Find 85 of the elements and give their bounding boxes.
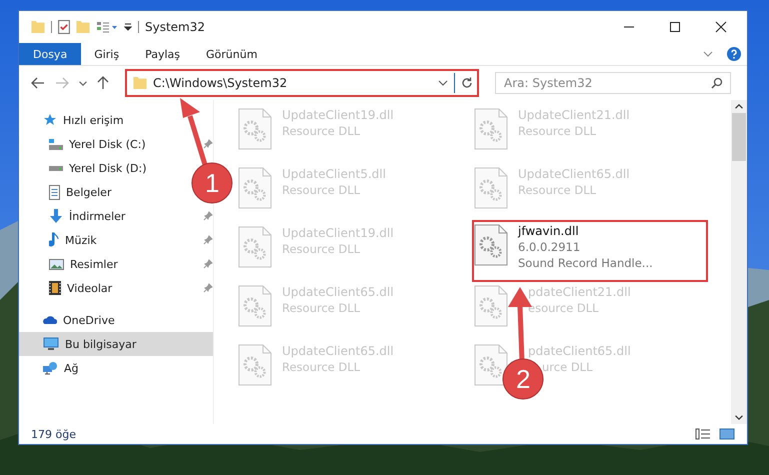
search-field[interactable]: Ara: System32 (495, 72, 731, 94)
scroll-thumb[interactable] (732, 113, 746, 161)
gear-file-icon (238, 167, 272, 209)
pin-icon[interactable] (203, 259, 213, 269)
step-marker (192, 162, 232, 204)
sidebar-item[interactable]: Ağ (19, 356, 213, 380)
sidebar-item[interactable]: Hızlı erişim (19, 108, 213, 132)
sidebar-item[interactable]: İndirmeler (69, 210, 126, 222)
file-detail: Resource DLL (282, 242, 360, 256)
gear-file-icon (474, 224, 508, 266)
window-title: System32 (145, 20, 206, 34)
down-arrow-icon (49, 209, 63, 223)
chevron-down-icon[interactable] (703, 51, 713, 57)
close-icon[interactable] (715, 21, 727, 33)
maximize-icon[interactable] (669, 21, 681, 33)
sidebar-item[interactable]: Resimler (70, 258, 118, 270)
sidebar-item[interactable]: Videolar (67, 282, 112, 294)
item-count: 179 öğe (31, 428, 76, 440)
chevron-down-icon[interactable] (438, 80, 448, 86)
gear-file-icon (238, 344, 272, 386)
gear-file-icon (238, 226, 272, 268)
file-detail: Resource DLL (518, 183, 596, 197)
sidebar-item[interactable]: Belgeler (66, 186, 112, 198)
help-icon[interactable] (727, 47, 741, 61)
landscape-icon (49, 258, 64, 270)
folder-icon (133, 77, 147, 89)
gear-file-icon (474, 285, 508, 327)
film-icon (49, 281, 61, 295)
ribbon-tab[interactable]: Görünüm (193, 43, 270, 65)
details-view-icon[interactable] (695, 428, 711, 440)
properties-icon (96, 21, 118, 33)
refresh-icon[interactable] (461, 77, 473, 89)
cloud-icon (43, 316, 57, 324)
drive-icon (49, 166, 63, 170)
minimize-icon[interactable] (623, 26, 635, 28)
file-detail: Resource DLL (518, 124, 596, 138)
ribbon-tab[interactable]: Giriş (81, 43, 132, 65)
search-icon (711, 77, 723, 89)
pin-icon[interactable] (203, 283, 213, 293)
scroll-up-icon[interactable] (735, 104, 743, 109)
tiles-view-icon[interactable] (719, 428, 735, 440)
pin-icon[interactable] (203, 139, 213, 149)
gear-file-icon (474, 167, 508, 209)
folder-icon (76, 21, 90, 33)
sidebar-item[interactable]: OneDrive (19, 308, 213, 332)
file-detail: Resource DLL (282, 360, 360, 374)
network-icon (43, 362, 58, 374)
dropdown-icon[interactable] (124, 23, 132, 31)
file-detail: Sound Record Handle... (518, 256, 653, 270)
file-name[interactable]: jfwavin.dll (518, 224, 579, 238)
address-bar[interactable]: C:\Windows\System32 (125, 69, 479, 97)
address-path: C:\Windows\System32 (153, 76, 288, 90)
drive-icon (49, 138, 63, 150)
music-note-icon (49, 232, 59, 248)
star-icon (43, 113, 57, 127)
step-number: 1 (205, 170, 220, 196)
checklist-icon (58, 20, 70, 34)
back-arrow-icon[interactable] (31, 77, 45, 89)
gear-file-icon (238, 285, 272, 327)
sidebar-item[interactable]: Müzik (65, 234, 97, 246)
step-marker (502, 358, 544, 400)
sidebar-item[interactable]: Yerel Disk (C:) (69, 138, 146, 150)
scrollbar[interactable] (731, 100, 747, 424)
sidebar-item[interactable]: Yerel Disk (D:) (69, 162, 147, 174)
step-number: 2 (516, 366, 530, 392)
gear-file-icon (238, 108, 272, 150)
up-arrow-icon[interactable] (97, 76, 109, 90)
file-detail: Resource DLL (282, 124, 360, 138)
file-detail: Resource DLL (282, 183, 360, 197)
chevron-down-icon[interactable] (79, 80, 87, 86)
pin-icon[interactable] (203, 211, 213, 221)
gear-file-icon (474, 108, 508, 150)
file-detail: esource DLL (528, 301, 599, 315)
gear-file-icon (474, 344, 508, 386)
file-detail: urce DLL (542, 360, 592, 374)
folder-icon (31, 21, 45, 33)
document-icon (49, 184, 60, 200)
ribbon-tab[interactable]: Paylaş (132, 43, 193, 65)
sidebar-item[interactable]: Bu bilgisayar (19, 332, 213, 356)
scroll-down-icon[interactable] (735, 415, 743, 420)
ribbon-tab[interactable]: Dosya (19, 43, 82, 65)
monitor-icon (43, 337, 59, 351)
file-detail: 6.0.0.2911 (518, 240, 580, 254)
file-detail: Resource DLL (282, 301, 360, 315)
pin-icon[interactable] (203, 235, 213, 245)
